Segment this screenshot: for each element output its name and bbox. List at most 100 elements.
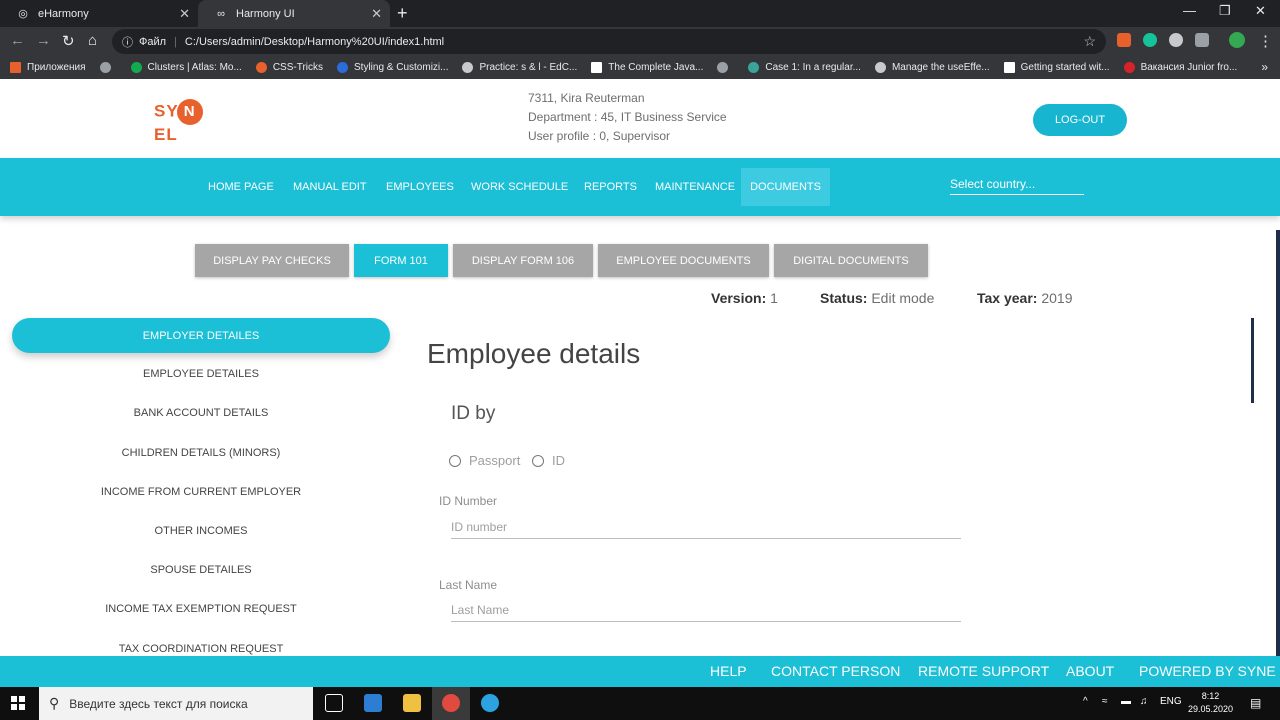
form-scrollbar[interactable] (1251, 318, 1254, 403)
taskbar-search[interactable]: ⚲ Введите здесь текст для поиска (39, 687, 313, 720)
sidebar-item-bank-account[interactable]: BANK ACCOUNT DETAILS (12, 407, 390, 419)
app-icon[interactable] (364, 694, 382, 712)
tab-form-101[interactable]: FORM 101 (354, 244, 448, 277)
taskbar-clock[interactable]: 8:12 29.05.2020 (1188, 690, 1233, 716)
profile-avatar[interactable] (1229, 32, 1245, 48)
telegram-icon[interactable] (481, 694, 499, 712)
globe-icon (717, 62, 729, 73)
last-name-field[interactable]: Last Name (451, 598, 961, 622)
footer-about-link[interactable]: ABOUT (1066, 663, 1114, 679)
file-explorer-icon[interactable] (403, 694, 421, 712)
battery-icon[interactable]: ▬ (1121, 696, 1131, 707)
radio-id[interactable]: ID (532, 453, 565, 468)
footer-help-link[interactable]: HELP (710, 663, 747, 679)
nav-maintenance[interactable]: MAINTENANCE (643, 168, 747, 206)
footer-powered-by[interactable]: POWERED BY SYNE (1139, 663, 1276, 679)
radio-circle[interactable] (449, 454, 461, 467)
nav-home-page[interactable]: HOME PAGE (196, 168, 286, 206)
drop-icon (337, 62, 348, 73)
bookmark-item[interactable]: Manage the useEffe... (874, 62, 990, 73)
sidebar-item-other-incomes[interactable]: OTHER INCOMES (12, 525, 390, 537)
footer-remote-support-link[interactable]: REMOTE SUPPORT (918, 663, 1049, 679)
address-bar[interactable]: ⓘ Файл | C:/Users/admin/Desktop/Harmony%… (112, 29, 1106, 54)
nav-documents[interactable]: DOCUMENTS (741, 168, 830, 206)
radio-circle[interactable] (532, 454, 544, 467)
nav-work-schedule[interactable]: WORK SCHEDULE (459, 168, 580, 206)
notifications-icon[interactable]: ▤ (1250, 696, 1261, 710)
volume-icon[interactable]: ♫ (1140, 696, 1148, 707)
bookmark-item[interactable]: Приложения (10, 62, 86, 73)
nav-manual-edit[interactable]: MANUAL EDIT (281, 168, 379, 206)
reload-icon[interactable]: ↻ (62, 32, 75, 50)
new-tab-icon[interactable]: + (397, 3, 408, 24)
windows-start-icon[interactable] (11, 696, 25, 710)
forward-icon[interactable]: → (36, 32, 51, 49)
browser-tab-harmony-ui[interactable]: ∞ Harmony UI ✕ (198, 0, 390, 27)
bookmark-item[interactable]: Вакансия Junior fro... (1123, 62, 1237, 73)
close-icon[interactable]: ✕ (371, 6, 382, 22)
bookmark-item[interactable] (717, 62, 734, 73)
sidebar-item-employer-details[interactable]: EMPLOYER DETAILES (12, 318, 390, 353)
task-view-icon[interactable] (325, 694, 343, 712)
edx-icon (462, 62, 474, 73)
sidebar-item-tax-exemption[interactable]: INCOME TAX EXEMPTION REQUEST (12, 603, 390, 615)
close-icon[interactable]: ✕ (179, 6, 190, 22)
bookmark-label: Case 1: In a regular... (765, 62, 861, 73)
tab-display-pay-checks[interactable]: DISPLAY PAY CHECKS (195, 244, 349, 277)
extension-icon[interactable] (1117, 33, 1131, 47)
home-icon[interactable]: ⌂ (88, 32, 97, 49)
grammarly-icon[interactable] (1143, 33, 1157, 47)
minimize-icon[interactable]: — (1183, 3, 1196, 18)
bookmarks-more-icon[interactable]: » (1261, 60, 1268, 74)
bookmark-item[interactable]: Case 1: In a regular... (748, 62, 861, 73)
country-select[interactable]: Select country... (950, 173, 1084, 195)
bookmark-label: The Complete Java... (608, 62, 704, 73)
back-icon[interactable]: ← (10, 32, 25, 49)
sidebar-item-tax-coordination[interactable]: TAX COORDINATION REQUEST (12, 643, 390, 655)
bookmark-item[interactable]: The Complete Java... (591, 62, 703, 73)
page-scrollbar[interactable] (1276, 230, 1280, 656)
t-icon (748, 62, 760, 73)
chrome-icon[interactable] (442, 694, 460, 712)
menu-kebab-icon[interactable]: ⋮ (1258, 32, 1273, 50)
bookmark-label: Getting started wit... (1020, 62, 1110, 73)
bookmark-item[interactable]: Getting started wit... (1003, 62, 1110, 73)
css-tricks-icon (255, 62, 267, 73)
bookmark-star-icon[interactable]: ☆ (1083, 33, 1096, 50)
sidebar-item-income-current[interactable]: INCOME FROM CURRENT EMPLOYER (12, 486, 390, 498)
sidebar-item-employee-details[interactable]: EMPLOYEE DETAILES (12, 368, 390, 380)
vue-icon (1003, 62, 1015, 73)
id-number-field[interactable]: ID number (451, 515, 961, 539)
sidebar-item-children[interactable]: CHILDREN DETAILS (MINORS) (12, 447, 390, 459)
network-icon[interactable]: ≈ (1102, 696, 1108, 707)
hh-icon (1123, 62, 1135, 73)
mongodb-icon (130, 62, 142, 73)
logout-button[interactable]: LOG-OUT (1033, 104, 1127, 136)
extension-icon[interactable] (1169, 33, 1183, 47)
camera-icon[interactable] (1195, 33, 1209, 47)
radio-label: Passport (469, 453, 521, 468)
bookmark-label: Styling & Customizi... (354, 62, 449, 73)
bookmark-item[interactable]: Styling & Customizi... (337, 62, 448, 73)
language-indicator[interactable]: ENG (1160, 696, 1182, 707)
taskbar-search-placeholder: Введите здесь текст для поиска (69, 696, 248, 711)
bookmark-item[interactable]: Practice: s & l - EdC... (462, 62, 577, 73)
logo-circle: N (176, 99, 203, 125)
nav-employees[interactable]: EMPLOYEES (374, 168, 466, 206)
radio-passport[interactable]: Passport (449, 453, 520, 468)
sidebar-item-spouse[interactable]: SPOUSE DETAILES (12, 564, 390, 576)
tab-employee-documents[interactable]: EMPLOYEE DOCUMENTS (598, 244, 769, 277)
restore-icon[interactable]: ❐ (1219, 3, 1231, 19)
window-close-icon[interactable]: ✕ (1255, 3, 1266, 19)
browser-tab-eharmony[interactable]: ◎ eHarmony ✕ (0, 0, 198, 27)
tab-display-form-106[interactable]: DISPLAY FORM 106 (453, 244, 593, 277)
bookmark-item[interactable]: CSS-Tricks (255, 62, 323, 73)
nav-reports[interactable]: REPORTS (572, 168, 649, 206)
bookmark-item[interactable] (99, 62, 117, 73)
version-info: Version: 1 (711, 290, 778, 306)
tray-chevron-icon[interactable]: ^ (1083, 696, 1088, 707)
footer-contact-link[interactable]: CONTACT PERSON (771, 663, 900, 679)
url-separator: | (174, 35, 177, 48)
tab-digital-documents[interactable]: DIGITAL DOCUMENTS (774, 244, 928, 277)
bookmark-item[interactable]: Clusters | Atlas: Mo... (130, 62, 242, 73)
